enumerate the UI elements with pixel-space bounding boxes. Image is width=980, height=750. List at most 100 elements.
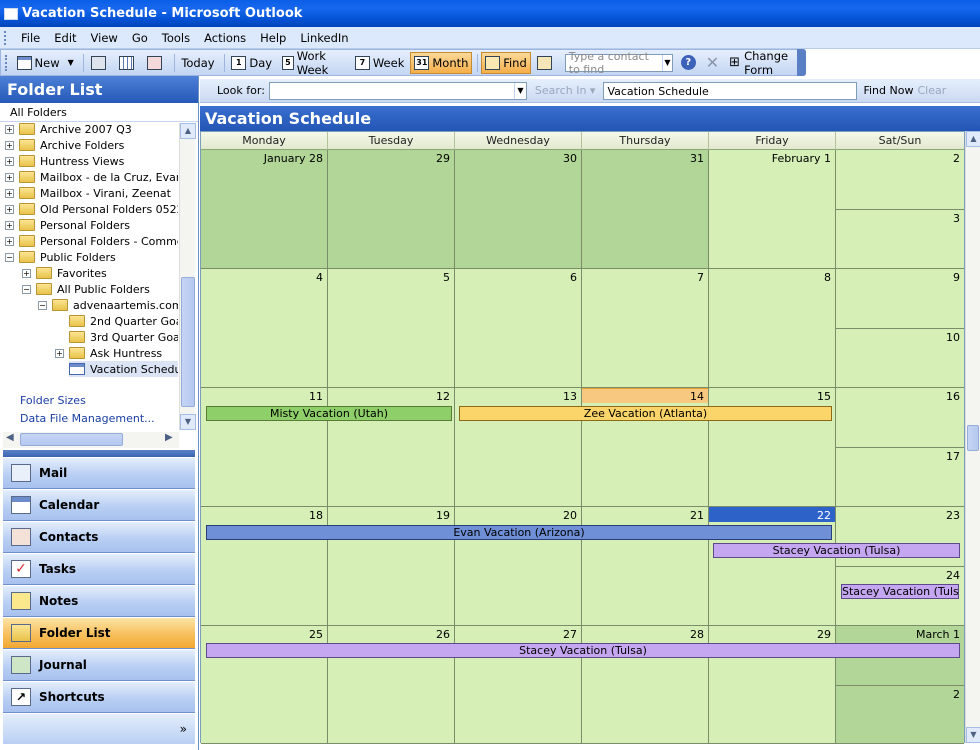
scroll-left-icon[interactable]: ◀ [6, 432, 14, 443]
tree-item-old-personal-folders[interactable]: + Old Personal Folders 052206 [5, 201, 178, 217]
change-form-button[interactable]: ⊞ Change Form [725, 49, 803, 77]
event-bar[interactable]: Stacey Vacation (Tulsa) [841, 584, 959, 599]
nav-button-tasks[interactable]: ✓ Tasks [3, 553, 195, 585]
pane-splitter[interactable] [3, 450, 195, 457]
collapse-icon[interactable]: − [5, 252, 14, 262]
scroll-up-icon[interactable]: ▲ [966, 131, 980, 147]
menu-help[interactable]: Help [253, 31, 293, 45]
day-cell[interactable]: 31 [582, 150, 709, 269]
tree-item-archive-folders[interactable]: + Archive Folders [5, 137, 124, 153]
tree-item-huntress-views[interactable]: + Huntress Views [5, 153, 124, 169]
print-button[interactable] [87, 52, 113, 74]
nav-button-shortcuts[interactable]: ↗ Shortcuts [3, 681, 195, 713]
tree-item-all-public-folders[interactable]: − All Public Folders [22, 281, 150, 297]
today-button[interactable]: Today [177, 52, 218, 74]
menu-linkedin[interactable]: LinkedIn [293, 31, 355, 45]
folder-tree-hscrollbar[interactable]: ◀ ▶ [3, 432, 179, 448]
tree-item-vacation-schedule[interactable]: Vacation Schedule [69, 361, 178, 377]
tree-item-mailbox-evan[interactable]: + Mailbox - de la Cruz, Evan [5, 169, 178, 185]
tree-item-ask-huntress[interactable]: + Ask Huntress [55, 345, 162, 361]
day-cell[interactable]: 29 [328, 150, 455, 269]
tree-item-personal-folders-commercial[interactable]: + Personal Folders - Commercia [5, 233, 178, 249]
tree-item-archive-2007-q3[interactable]: + Archive 2007 Q3 [5, 123, 132, 137]
search-in-dropdown[interactable]: Search In ▾ [535, 84, 596, 97]
day-cell[interactable]: February 1 [709, 150, 836, 269]
cancel-button[interactable]: ✕ [702, 52, 723, 74]
search-scope-field[interactable]: Vacation Schedule [603, 81, 858, 100]
day-view-button[interactable]: 1 Day [227, 52, 276, 74]
help-button[interactable]: ? [677, 52, 700, 74]
scroll-down-icon[interactable]: ▼ [966, 727, 980, 743]
expand-icon[interactable]: + [5, 236, 14, 246]
day-cell[interactable]: 6 [455, 269, 582, 388]
event-bar[interactable]: Zee Vacation (Atlanta) [459, 406, 832, 421]
day-cell-saturday[interactable]: 2 [836, 150, 964, 210]
collapse-icon[interactable]: − [38, 300, 47, 310]
tree-item-2nd-quarter-goals[interactable]: 2nd Quarter Goals [69, 313, 178, 329]
expand-icon[interactable]: + [5, 204, 14, 214]
day-cell-sunday[interactable]: 10 [836, 329, 964, 388]
day-cell-saturday[interactable]: 9 [836, 269, 964, 329]
tree-item-3rd-quarter-goals[interactable]: 3rd Quarter Goals [69, 329, 178, 345]
menu-actions[interactable]: Actions [197, 31, 253, 45]
menu-file[interactable]: File [14, 31, 47, 45]
clear-button[interactable]: Clear [917, 84, 946, 97]
day-cell[interactable]: 30 [455, 150, 582, 269]
expand-icon[interactable]: + [5, 188, 14, 198]
event-bar[interactable]: Stacey Vacation (Tulsa) [206, 643, 960, 658]
day-cell[interactable]: January 28 [201, 150, 328, 269]
tree-item-personal-folders[interactable]: + Personal Folders [5, 217, 130, 233]
scrollbar-thumb[interactable] [20, 433, 123, 446]
expand-icon[interactable]: + [5, 172, 14, 182]
expand-icon[interactable]: + [5, 220, 14, 230]
scroll-right-icon[interactable]: ▶ [165, 432, 173, 443]
folder-sizes-link[interactable]: Folder Sizes [20, 394, 86, 407]
menu-go[interactable]: Go [125, 31, 155, 45]
chevron-down-icon[interactable]: ▼ [662, 54, 672, 71]
work-week-view-button[interactable]: 5 Work Week [278, 49, 349, 77]
event-bar[interactable]: Stacey Vacation (Tulsa) [713, 543, 960, 558]
day-cell[interactable]: 5 [328, 269, 455, 388]
find-now-button[interactable]: Find Now [863, 84, 913, 97]
find-button[interactable]: Find [481, 51, 531, 74]
month-view-button[interactable]: 31 Month [410, 51, 473, 74]
data-file-management-link[interactable]: Data File Management... [20, 412, 155, 425]
grip-handle-icon[interactable] [4, 30, 8, 45]
day-cell-saturday[interactable]: 23 [836, 507, 964, 567]
address-book-button[interactable] [143, 52, 169, 74]
chevron-down-icon[interactable]: ▼ [68, 58, 74, 67]
configure-buttons-icon[interactable]: » [3, 713, 195, 744]
nav-button-notes[interactable]: Notes [3, 585, 195, 617]
calendar-scrollbar[interactable]: ▲ ▼ [965, 131, 980, 743]
show-view-button[interactable] [115, 52, 141, 74]
scrollbar-thumb[interactable] [181, 277, 195, 407]
day-cell-sunday[interactable]: 17 [836, 448, 964, 507]
tree-item-public-folders[interactable]: − Public Folders [5, 249, 116, 265]
expand-icon[interactable]: + [22, 268, 31, 278]
tree-item-advenaartemis[interactable]: − advenaartemis.com [38, 297, 178, 313]
scrollbar-thumb[interactable] [967, 425, 979, 451]
event-bar[interactable]: Misty Vacation (Utah) [206, 406, 452, 421]
address-book-lookup-button[interactable] [533, 52, 559, 74]
nav-button-calendar[interactable]: Calendar [3, 489, 195, 521]
menu-tools[interactable]: Tools [155, 31, 197, 45]
chevron-down-icon[interactable]: ▼ [513, 82, 526, 99]
new-button[interactable]: New ▼ [13, 52, 78, 74]
day-cell-sunday[interactable]: 2 [836, 686, 964, 744]
menu-view[interactable]: View [84, 31, 125, 45]
tree-item-favorites[interactable]: + Favorites [22, 265, 107, 281]
event-bar[interactable]: Evan Vacation (Arizona) [206, 525, 832, 540]
nav-button-journal[interactable]: Journal [3, 649, 195, 681]
nav-button-folder-list[interactable]: Folder List [3, 617, 195, 649]
nav-button-contacts[interactable]: Contacts [3, 521, 195, 553]
scroll-down-icon[interactable]: ▼ [180, 414, 196, 430]
day-cell[interactable]: 4 [201, 269, 328, 388]
collapse-icon[interactable]: − [22, 284, 31, 294]
week-view-button[interactable]: 7 Week [351, 52, 409, 74]
nav-button-mail[interactable]: Mail [3, 457, 195, 489]
day-cell-saturday[interactable]: 16 [836, 388, 964, 448]
scroll-up-icon[interactable]: ▲ [180, 123, 196, 139]
grip-handle-icon[interactable] [5, 54, 9, 71]
day-cell[interactable]: 7 [582, 269, 709, 388]
expand-icon[interactable]: + [55, 348, 64, 358]
